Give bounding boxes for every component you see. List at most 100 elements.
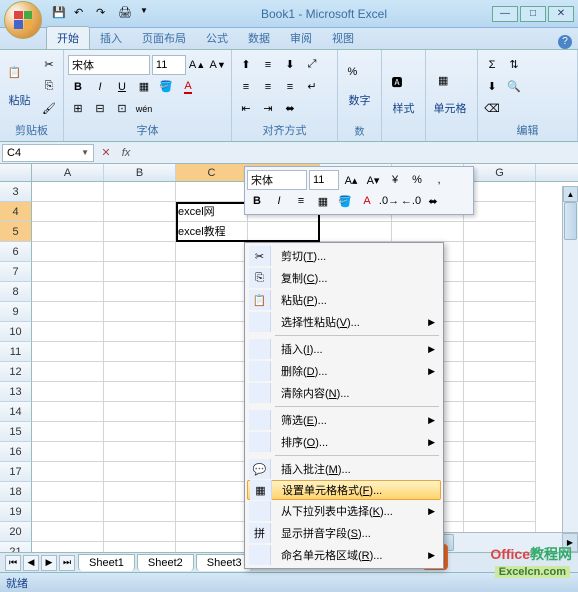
mini-italic-button[interactable]: I: [269, 191, 289, 211]
wrap-text-button[interactable]: ↵: [302, 77, 322, 97]
align-left-button[interactable]: ≡: [236, 77, 256, 97]
tab-data[interactable]: 数据: [238, 27, 280, 49]
qat-dropdown-icon[interactable]: ▼: [140, 6, 156, 22]
styles-button[interactable]: 🅰 样式: [386, 52, 421, 137]
cell[interactable]: [32, 342, 104, 362]
menu-item[interactable]: 插入(I)...▶: [247, 338, 441, 360]
cell[interactable]: [176, 342, 248, 362]
cell[interactable]: [176, 322, 248, 342]
cell[interactable]: [32, 282, 104, 302]
next-sheet-button[interactable]: ▶: [41, 555, 57, 571]
cell[interactable]: [104, 222, 176, 242]
column-header[interactable]: C: [176, 164, 248, 181]
cell[interactable]: [464, 422, 536, 442]
row-header[interactable]: 16: [0, 442, 32, 462]
number-format-button[interactable]: % 数字: [342, 52, 377, 122]
increase-indent-button[interactable]: ⇥: [258, 99, 278, 119]
align-top-button[interactable]: ⬆: [236, 55, 256, 75]
cell[interactable]: [104, 382, 176, 402]
menu-item[interactable]: 排序(O)...▶: [247, 431, 441, 453]
menu-item[interactable]: 清除内容(N)...: [247, 382, 441, 404]
cell[interactable]: [104, 182, 176, 202]
cell[interactable]: [32, 502, 104, 522]
cut-button[interactable]: ✂: [39, 55, 59, 75]
save-icon[interactable]: 💾: [52, 6, 68, 22]
cell[interactable]: [104, 482, 176, 502]
tab-formulas[interactable]: 公式: [196, 27, 238, 49]
border-color[interactable]: ⊡: [112, 99, 132, 119]
cell[interactable]: [104, 242, 176, 262]
paste-button[interactable]: 📋 粘贴: [4, 52, 35, 121]
tab-layout[interactable]: 页面布局: [132, 27, 196, 49]
column-header[interactable]: B: [104, 164, 176, 181]
mini-grow-font[interactable]: A▴: [341, 170, 361, 190]
print-icon[interactable]: 🖨: [118, 6, 134, 22]
cell[interactable]: [32, 222, 104, 242]
cell[interactable]: [464, 322, 536, 342]
vertical-scrollbar[interactable]: ▲ ▼: [562, 186, 578, 552]
row-header[interactable]: 9: [0, 302, 32, 322]
cell[interactable]: [464, 182, 536, 202]
office-button[interactable]: [4, 1, 42, 39]
cell[interactable]: [176, 242, 248, 262]
border-style[interactable]: ⊟: [90, 99, 110, 119]
cell[interactable]: [464, 462, 536, 482]
cell[interactable]: [32, 182, 104, 202]
menu-item[interactable]: 拼显示拼音字段(S)...: [247, 522, 441, 544]
mini-merge-button[interactable]: ⬌: [423, 191, 443, 211]
sort-filter-button[interactable]: ⇅: [504, 55, 524, 75]
sheet-tab[interactable]: Sheet2: [137, 554, 194, 571]
menu-item[interactable]: ▦设置单元格格式(F)...: [247, 480, 441, 500]
menu-item[interactable]: 从下拉列表中选择(K)...▶: [247, 500, 441, 522]
cell[interactable]: [32, 242, 104, 262]
first-sheet-button[interactable]: ⏮: [5, 555, 21, 571]
menu-item[interactable]: ⎘复制(C)...: [247, 267, 441, 289]
decrease-indent-button[interactable]: ⇤: [236, 99, 256, 119]
cell[interactable]: [176, 442, 248, 462]
menu-item[interactable]: 删除(D)...▶: [247, 360, 441, 382]
row-header[interactable]: 14: [0, 402, 32, 422]
vscroll-thumb[interactable]: [564, 202, 577, 240]
mini-center-button[interactable]: ≡: [291, 191, 311, 211]
cancel-icon[interactable]: ✕: [96, 143, 116, 163]
fx-icon[interactable]: fx: [116, 147, 136, 159]
cell[interactable]: [176, 422, 248, 442]
row-header[interactable]: 10: [0, 322, 32, 342]
column-header[interactable]: A: [32, 164, 104, 181]
tab-review[interactable]: 审阅: [280, 27, 322, 49]
clear-button[interactable]: ⌫: [482, 99, 502, 119]
minimize-button[interactable]: —: [492, 6, 518, 22]
menu-item[interactable]: 命名单元格区域(R)...▶: [247, 544, 441, 566]
maximize-button[interactable]: □: [520, 6, 546, 22]
row-header[interactable]: 15: [0, 422, 32, 442]
row-header[interactable]: 5: [0, 222, 32, 242]
cell[interactable]: [176, 402, 248, 422]
bold-button[interactable]: B: [68, 77, 88, 97]
mini-percent-button[interactable]: %: [407, 170, 427, 190]
menu-item[interactable]: 筛选(E)...▶: [247, 409, 441, 431]
row-header[interactable]: 18: [0, 482, 32, 502]
last-sheet-button[interactable]: ⏭: [59, 555, 75, 571]
cell[interactable]: [32, 482, 104, 502]
find-button[interactable]: 🔍: [504, 77, 524, 97]
scroll-up-button[interactable]: ▲: [563, 186, 578, 202]
cell[interactable]: [464, 202, 536, 222]
cell[interactable]: [176, 482, 248, 502]
phonetic-button[interactable]: wén: [134, 99, 154, 119]
mini-border-button[interactable]: ▦: [313, 191, 333, 211]
cell[interactable]: excel网: [176, 202, 248, 222]
mini-accounting-button[interactable]: ¥: [385, 170, 405, 190]
cell[interactable]: [104, 502, 176, 522]
grow-font-button[interactable]: A▲: [188, 55, 207, 75]
sheet-tab[interactable]: Sheet1: [78, 554, 135, 571]
mini-decimal-inc-button[interactable]: .0→: [379, 191, 399, 211]
cell[interactable]: [104, 322, 176, 342]
cell[interactable]: [104, 282, 176, 302]
cell[interactable]: [464, 242, 536, 262]
row-header[interactable]: 13: [0, 382, 32, 402]
menu-item[interactable]: 选择性粘贴(V)...▶: [247, 311, 441, 333]
cell[interactable]: [176, 262, 248, 282]
cell[interactable]: [464, 222, 536, 242]
cell[interactable]: [104, 522, 176, 542]
cell[interactable]: [464, 342, 536, 362]
